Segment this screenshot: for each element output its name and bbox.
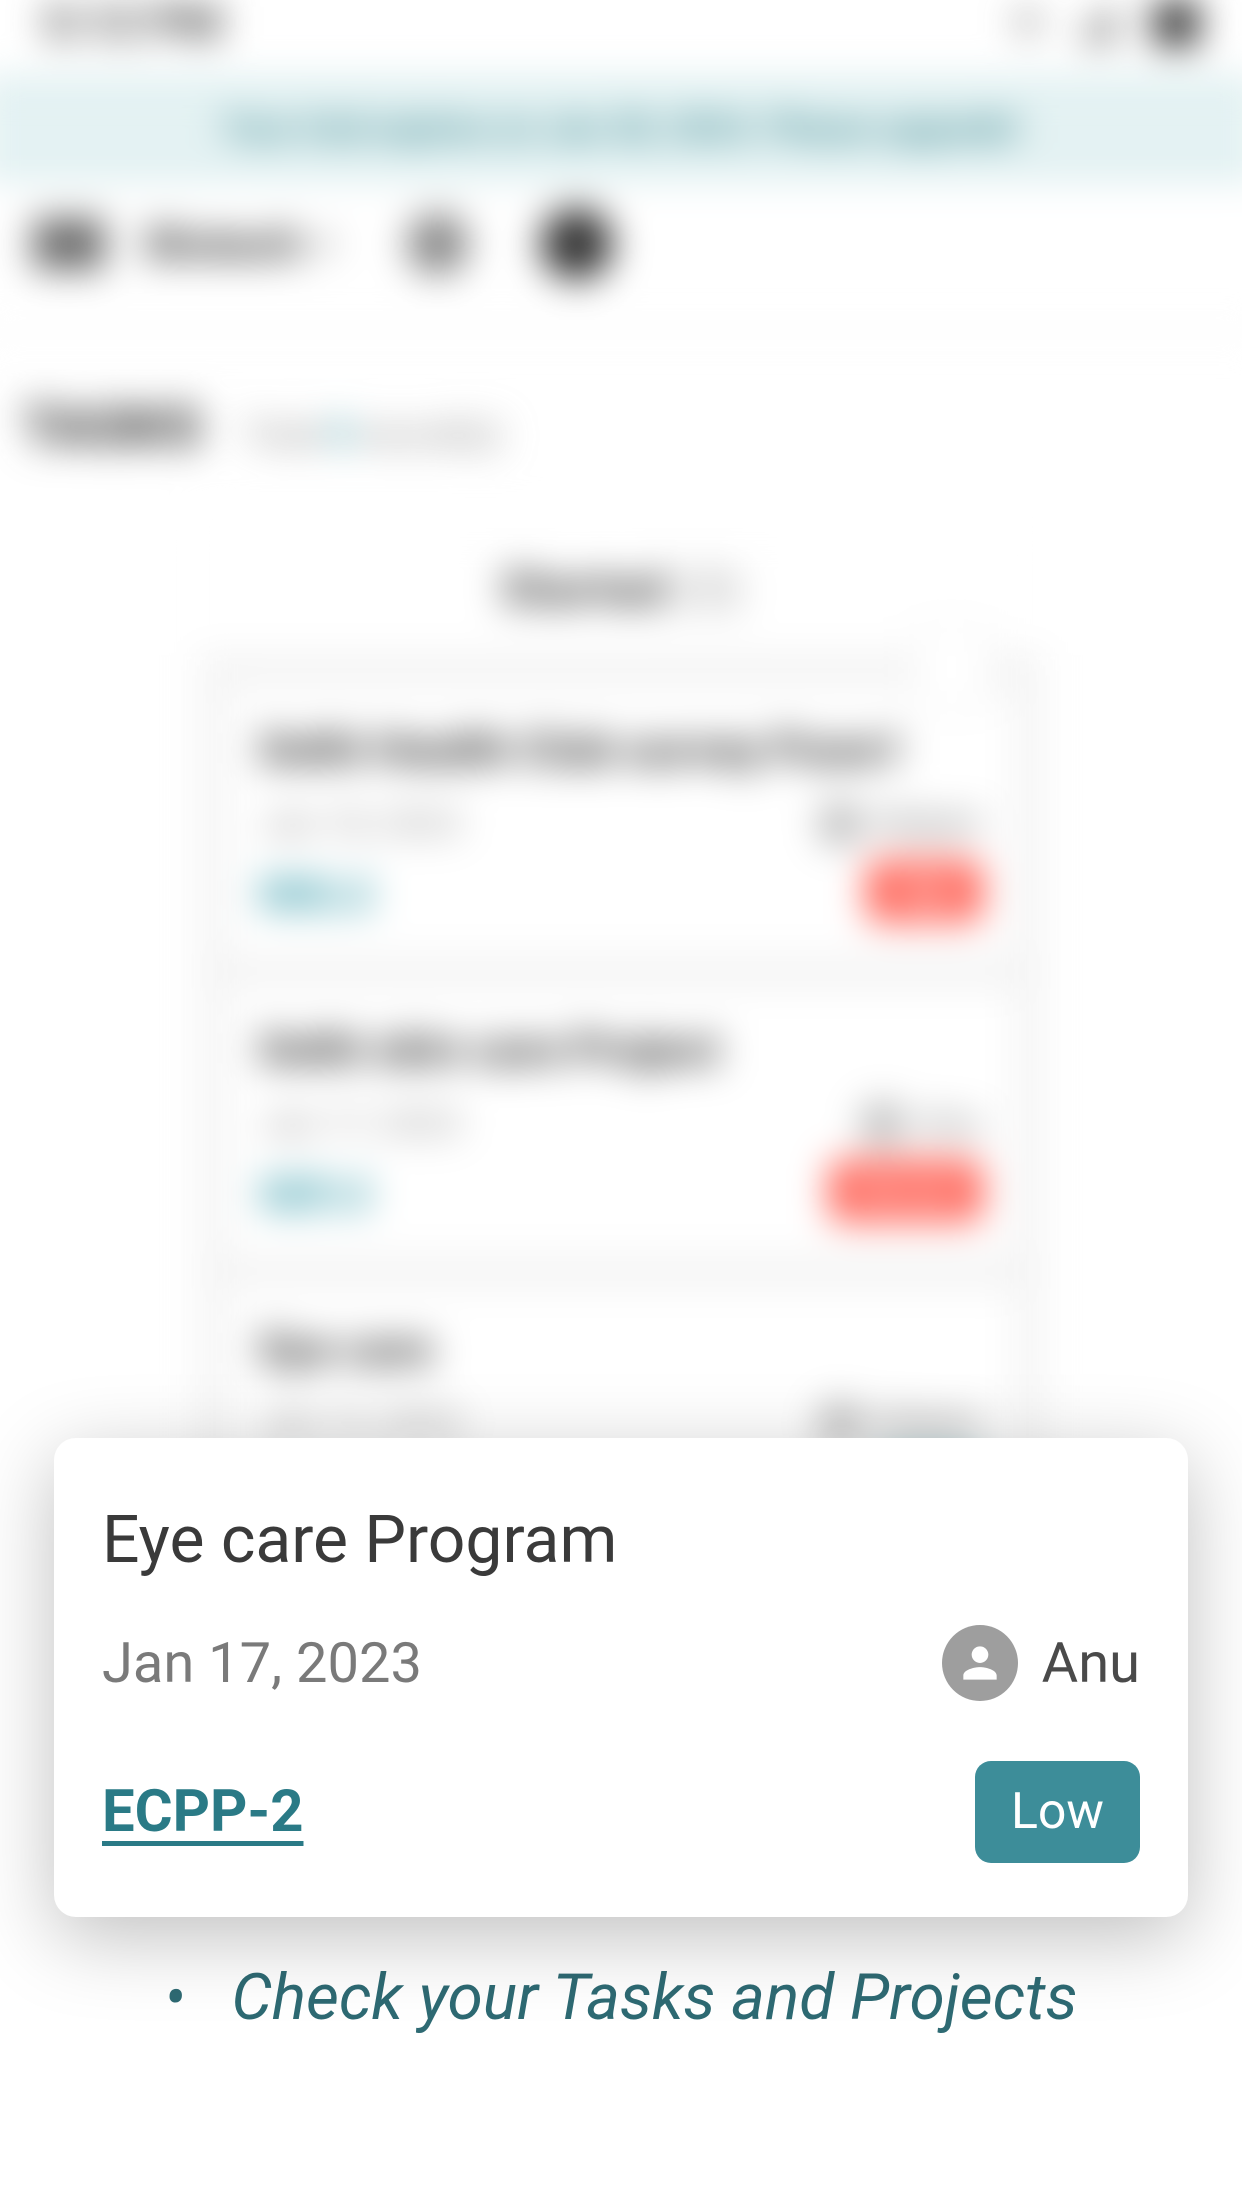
section-subtitle: Total 5 record(s) — [244, 414, 502, 455]
battery-icon — [1154, 1, 1199, 46]
profile-avatar[interactable] — [540, 208, 612, 280]
task-date: Jan 18, 2023 — [261, 803, 461, 844]
caption-text: Check your Tasks and Projects — [231, 1960, 1077, 2035]
task-code-link[interactable]: SCP-3 — [261, 1169, 369, 1212]
bullet: • — [164, 1960, 185, 2035]
popup-priority-badge: Low — [975, 1761, 1140, 1863]
task-card[interactable]: Delhi Health Club survey Pune1 Jan 18, 2… — [225, 688, 1016, 957]
avatar-icon — [942, 1625, 1018, 1701]
column-name: Started — [501, 559, 666, 618]
task-date: Jan 17, 2023 — [261, 1103, 461, 1144]
priority-badge: High — [867, 861, 981, 922]
avatar-icon — [818, 801, 863, 846]
popup-date: Jan 17, 2023 — [102, 1630, 422, 1696]
task-card[interactable]: Delhi skin care Project Jan 17, 2023 Anu… — [225, 988, 1016, 1257]
brand-name: Biotech — [146, 217, 302, 271]
topbar: Biotech ▾ — [0, 177, 1242, 334]
chevron-down-icon: ▾ — [317, 223, 335, 264]
task-assignee: Robert — [818, 801, 982, 846]
brand-selector[interactable]: Biotech ▾ — [146, 217, 334, 271]
status-bar: 5:12 PM — [0, 0, 1242, 80]
task-title: Delhi Health Club survey Pune1 — [261, 723, 982, 777]
popup-assignee-name: Anu — [1042, 1630, 1140, 1696]
task-assignee: Anu — [860, 1101, 981, 1146]
signal-icon — [1079, 1, 1124, 46]
add-button[interactable] — [406, 213, 468, 275]
hamburger-icon[interactable] — [33, 218, 105, 269]
popup-assignee: Anu — [942, 1625, 1140, 1701]
trial-banner[interactable]: Your trial expires on Jan 28, 2024. Plea… — [0, 80, 1242, 177]
popup-title: Eye care Program — [102, 1502, 1140, 1579]
section-heading: TASKS Total 5 record(s) — [0, 334, 1242, 481]
priority-badge: Normal — [830, 1161, 981, 1222]
task-title: Delhi skin care Project — [261, 1023, 982, 1077]
column-count: (3) — [678, 559, 741, 618]
instruction-caption: • Check your Tasks and Projects — [0, 1960, 1242, 2035]
avatar-icon — [860, 1101, 905, 1146]
board-option-button[interactable] — [910, 626, 992, 708]
status-icons — [1005, 1, 1199, 46]
task-detail-popup[interactable]: Eye care Program Jan 17, 2023 Anu ECPP-2… — [54, 1438, 1188, 1917]
popup-code-link[interactable]: ECPP-2 — [102, 1778, 303, 1846]
task-code-link[interactable]: DHC-2 — [261, 870, 372, 913]
section-title: TASKS — [23, 395, 203, 460]
wifi-icon — [1005, 1, 1050, 46]
status-time: 5:12 PM — [43, 0, 222, 51]
task-title: Eye care — [261, 1322, 982, 1376]
